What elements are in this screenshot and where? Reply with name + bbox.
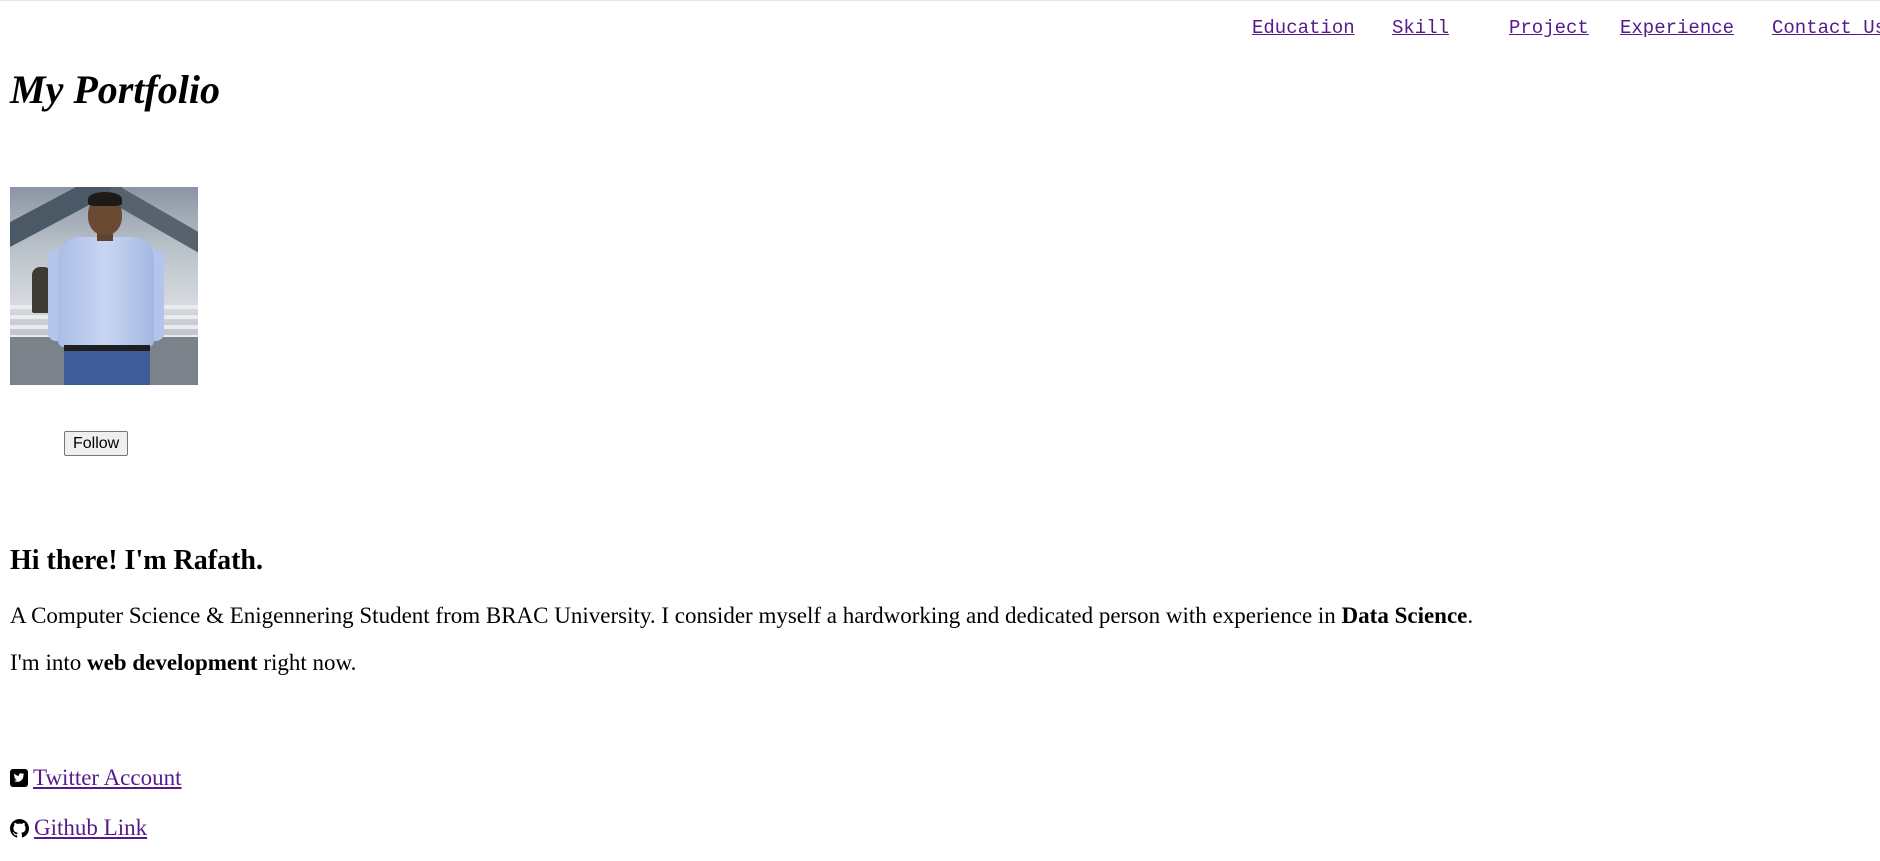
top-divider [0,0,1880,1]
bio-highlight-web-development: web development [86,650,258,675]
bio-paragraph-2: I'm into web development right now. [10,649,356,677]
social-github: Github Link [10,814,147,842]
bio-highlight-data-science: Data Science [1341,603,1468,628]
nav-link-experience[interactable]: Experience [1620,17,1734,39]
photo-person-hair [88,192,122,206]
page-title: My Portfolio [10,67,220,112]
nav-link-project[interactable]: Project [1509,17,1589,39]
top-navigation: Education Skill Project Experience Conta… [0,17,1880,41]
github-link[interactable]: Github Link [34,814,147,842]
photo-person-pants [64,351,150,385]
follow-button[interactable]: Follow [64,431,129,456]
nav-link-contact-us[interactable]: Contact Us [1772,17,1880,39]
nav-link-education[interactable]: Education [1252,17,1355,39]
greeting-heading: Hi there! I'm Rafath. [10,545,263,576]
photo-person-shirt [58,237,154,347]
bio-text: I'm into [10,650,87,675]
bio-paragraph-1: A Computer Science & Enigennering Studen… [10,602,1473,630]
github-icon [10,818,34,838]
bio-text: right now. [257,650,357,675]
twitter-account-link[interactable]: Twitter Account [33,764,182,792]
twitter-square-icon [10,769,33,787]
bio-text: . [1467,603,1474,628]
nav-link-skill[interactable]: Skill [1392,17,1449,39]
social-twitter: Twitter Account [10,764,182,792]
profile-photo [10,187,198,385]
bio-text: A Computer Science & Enigennering Studen… [10,603,1342,628]
